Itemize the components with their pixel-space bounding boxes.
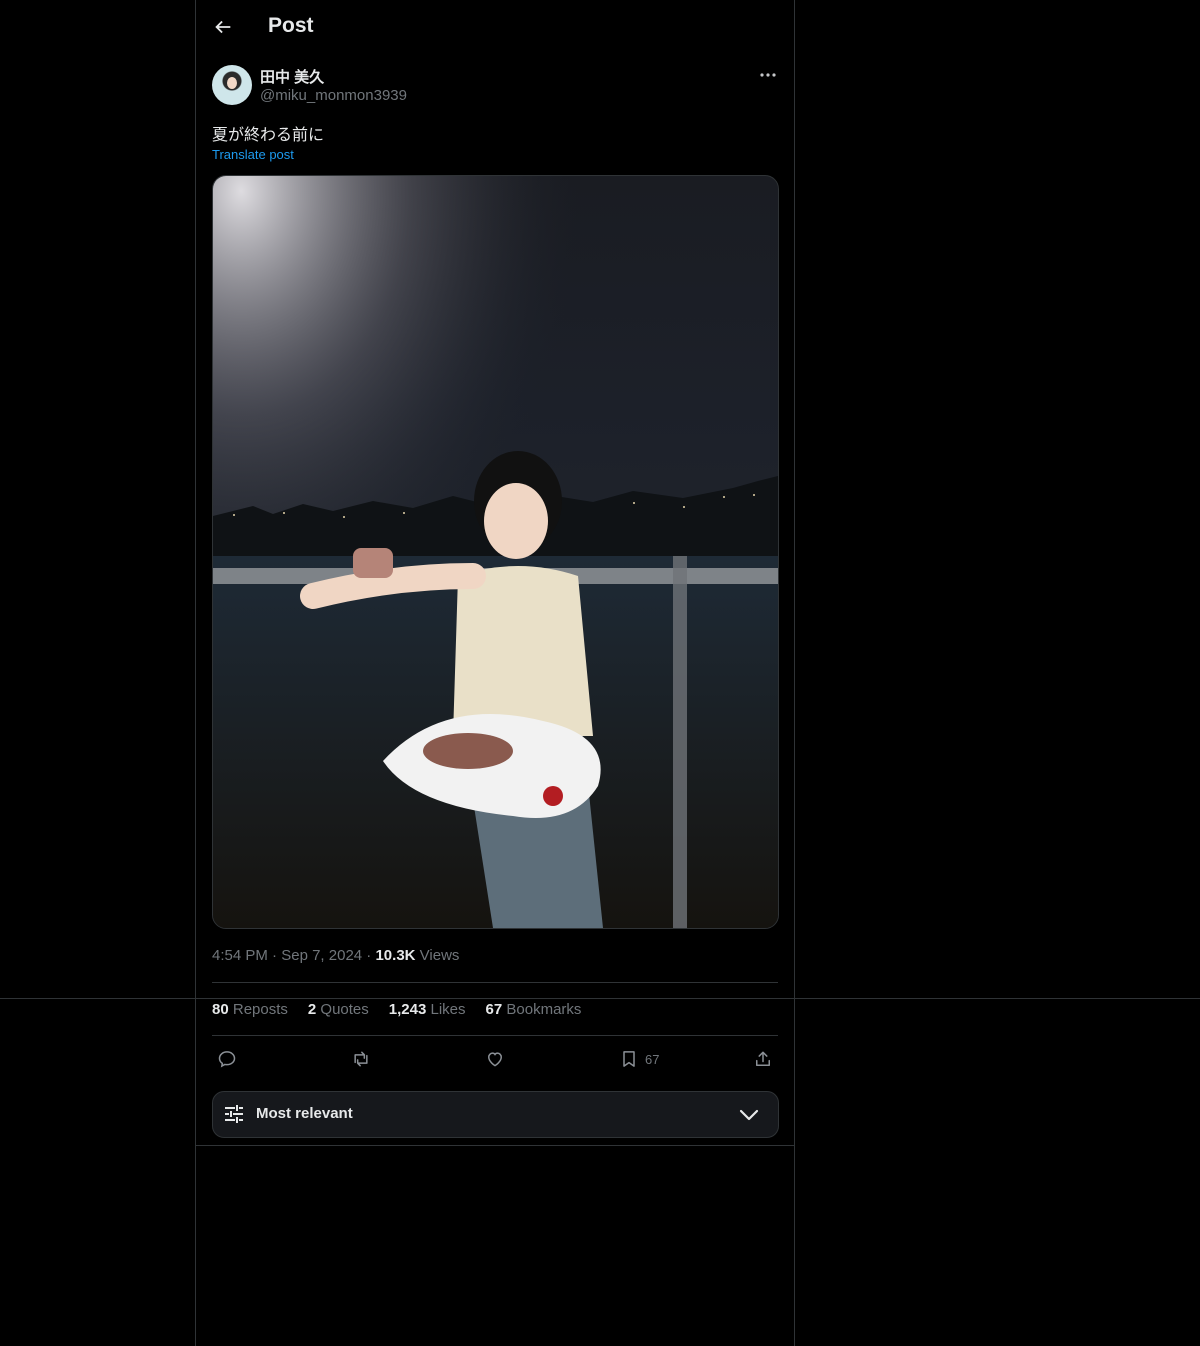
author-name[interactable]: 田中 美久 xyxy=(260,66,324,87)
post-date[interactable]: Sep 7, 2024 xyxy=(281,947,362,964)
post-timestamp: 4:54 PM · Sep 7, 2024 · 10.3K Views xyxy=(212,947,460,964)
views-count: 10.3K xyxy=(375,947,416,964)
share-icon xyxy=(756,1051,770,1066)
ellipsis-icon xyxy=(760,73,776,77)
page-title: Post xyxy=(268,14,314,37)
divider xyxy=(0,998,1200,999)
bookmarks-stat[interactable]: 67 Bookmarks xyxy=(486,1001,582,1018)
bookmark-button[interactable]: 67 xyxy=(619,1048,659,1070)
photo-illustration xyxy=(213,176,778,928)
divider xyxy=(212,982,778,983)
bookmark-count: 67 xyxy=(645,1051,660,1067)
more-options-button[interactable] xyxy=(758,66,778,84)
sliders-icon xyxy=(225,1105,243,1123)
quotes-stat[interactable]: 2 Quotes xyxy=(308,1001,369,1018)
arrow-left-icon xyxy=(215,20,231,34)
chevron-down-icon xyxy=(739,1109,759,1121)
divider xyxy=(212,1035,778,1036)
sort-label: Most relevant xyxy=(256,1105,353,1122)
post-text: 夏が終わる前に xyxy=(212,127,325,144)
like-button[interactable] xyxy=(485,1048,505,1070)
avatar[interactable] xyxy=(212,65,252,105)
heart-icon xyxy=(487,1052,503,1067)
repost-button[interactable] xyxy=(351,1048,371,1070)
author-handle[interactable]: @miku_monmon3939 xyxy=(260,87,407,104)
translate-link[interactable]: Translate post xyxy=(212,147,294,162)
repost-icon xyxy=(354,1051,368,1067)
likes-stat[interactable]: 1,243 Likes xyxy=(389,1001,466,1018)
share-button[interactable] xyxy=(753,1048,773,1070)
back-button[interactable] xyxy=(212,16,234,38)
engagement-stats: 80 Reposts 2 Quotes 1,243 Likes 67 Bookm… xyxy=(212,1001,581,1018)
bookmark-icon xyxy=(623,1051,635,1067)
reply-sort-dropdown[interactable]: Most relevant xyxy=(212,1091,779,1138)
post-time[interactable]: 4:54 PM xyxy=(212,947,268,964)
divider xyxy=(196,1145,794,1146)
post-image[interactable] xyxy=(212,175,779,929)
reply-button[interactable] xyxy=(217,1048,237,1070)
reposts-stat[interactable]: 80 Reposts xyxy=(212,1001,288,1018)
views-label: Views xyxy=(419,947,460,964)
reply-icon xyxy=(218,1051,236,1068)
